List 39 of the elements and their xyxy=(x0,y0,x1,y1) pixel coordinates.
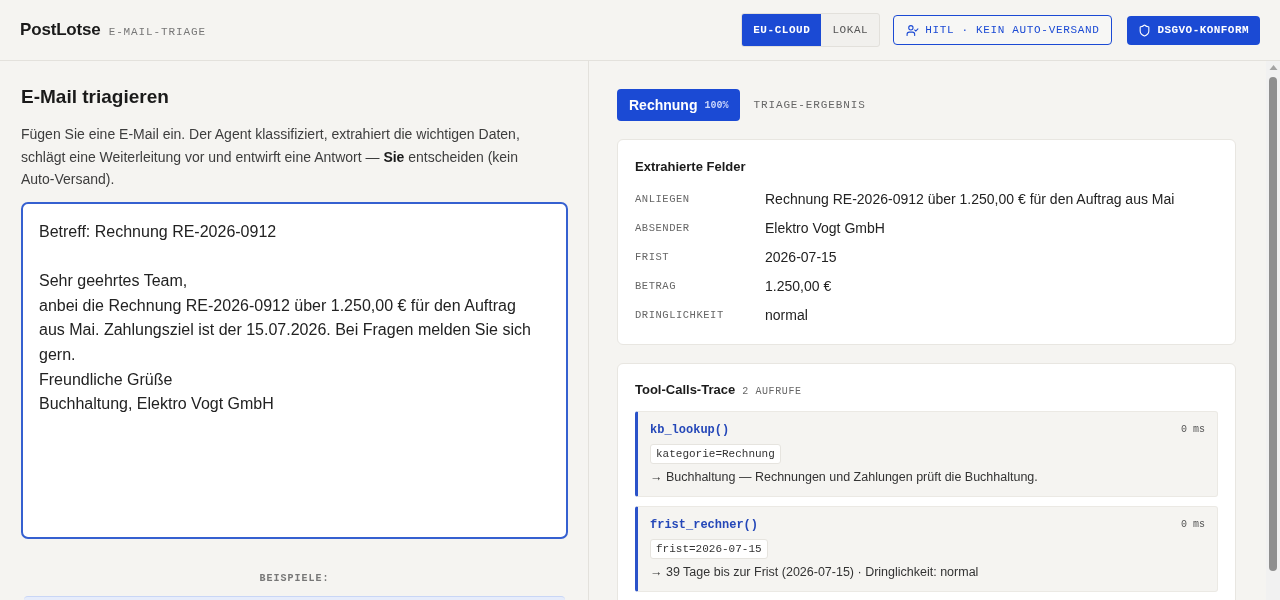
duration-label: 0 ms xyxy=(1181,518,1205,532)
field-value: Rechnung RE-2026-0912 über 1.250,00 € für den Auftrag aus Mai xyxy=(765,190,1175,209)
card-title: Extrahierte Felder xyxy=(635,158,746,176)
hitl-label: HITL · KEIN AUTO-VERSAND xyxy=(925,22,1100,38)
call-count: 2 AUFRUFE xyxy=(742,385,802,399)
argument-chip: frist=2026-07-15 xyxy=(650,538,768,559)
function-name: kb_lookup() xyxy=(650,421,730,439)
card-title: Tool-Calls-Trace xyxy=(635,381,736,399)
field-label: FRIST xyxy=(635,249,671,265)
field-value: Elektro Vogt GmbH xyxy=(765,219,885,238)
app-logo: PostLotse xyxy=(20,19,101,42)
panel-title: E-Mail triagieren xyxy=(21,85,169,109)
email-textarea[interactable]: Betreff: Rechnung RE-2026-0912 Sehr geehrtes Team, anbei die Rechnung RE-2026-0912 über 1.250,00 € für den Auftrag aus Mai. Zahlungsziel ist der 15.07.2026. Bei Fragen melden Sie sich gern. Freundliche Grüße Buchhaltung, Elektro Vogt GmbH xyxy=(21,201,568,539)
shield-icon xyxy=(1138,23,1152,37)
app-subtitle: E-MAIL-TRIAGE xyxy=(108,25,206,41)
field-value: 2026-07-15 xyxy=(765,248,837,267)
argument-chip: kategorie=Rechnung xyxy=(650,443,781,464)
duration-label: 0 ms xyxy=(1181,423,1205,437)
field-label: DRINGLICHKEIT xyxy=(635,307,725,323)
scroll-up-arrow-icon[interactable] xyxy=(1268,65,1278,70)
category-label: Rechnung xyxy=(629,95,698,115)
mode-option[interactable]: EU-CLOUD xyxy=(742,14,822,46)
result-text: → Buchhaltung — Rechnungen und Zahlungen prüft die Buchhaltung. xyxy=(650,468,1038,486)
confidence-label: 100% xyxy=(704,98,729,113)
scrollbar-track[interactable] xyxy=(1266,61,1280,600)
scrollbar-thumb[interactable] xyxy=(1269,77,1277,571)
mode-option[interactable]: LOKAL xyxy=(821,14,880,46)
field-value: normal xyxy=(765,306,808,325)
function-name: frist_rechner() xyxy=(650,516,759,534)
field-label: BETRAG xyxy=(635,278,677,294)
section-label: TRIAGE-ERGEBNIS xyxy=(753,97,866,113)
examples-label: BEISPIELE: xyxy=(259,571,330,586)
result-text: → 39 Tage bis zur Frist (2026-07-15) · Dringlichkeit: normal xyxy=(650,563,979,581)
field-value: 1.250,00 € xyxy=(765,277,832,296)
user-check-icon xyxy=(906,23,920,37)
compliance-label: DSGVO-KONFORM xyxy=(1157,22,1249,38)
field-label: ABSENDER xyxy=(635,220,691,236)
panel-description: Fügen Sie eine E-Mail ein. Der Agent klassifiziert, extrahiert die wichtigen Daten, schlägt eine Weiterleitung vor und entwirft eine Antwort — Sie entscheiden (kein Auto-Versand). xyxy=(21,125,521,189)
field-label: ANLIEGEN xyxy=(635,191,691,207)
